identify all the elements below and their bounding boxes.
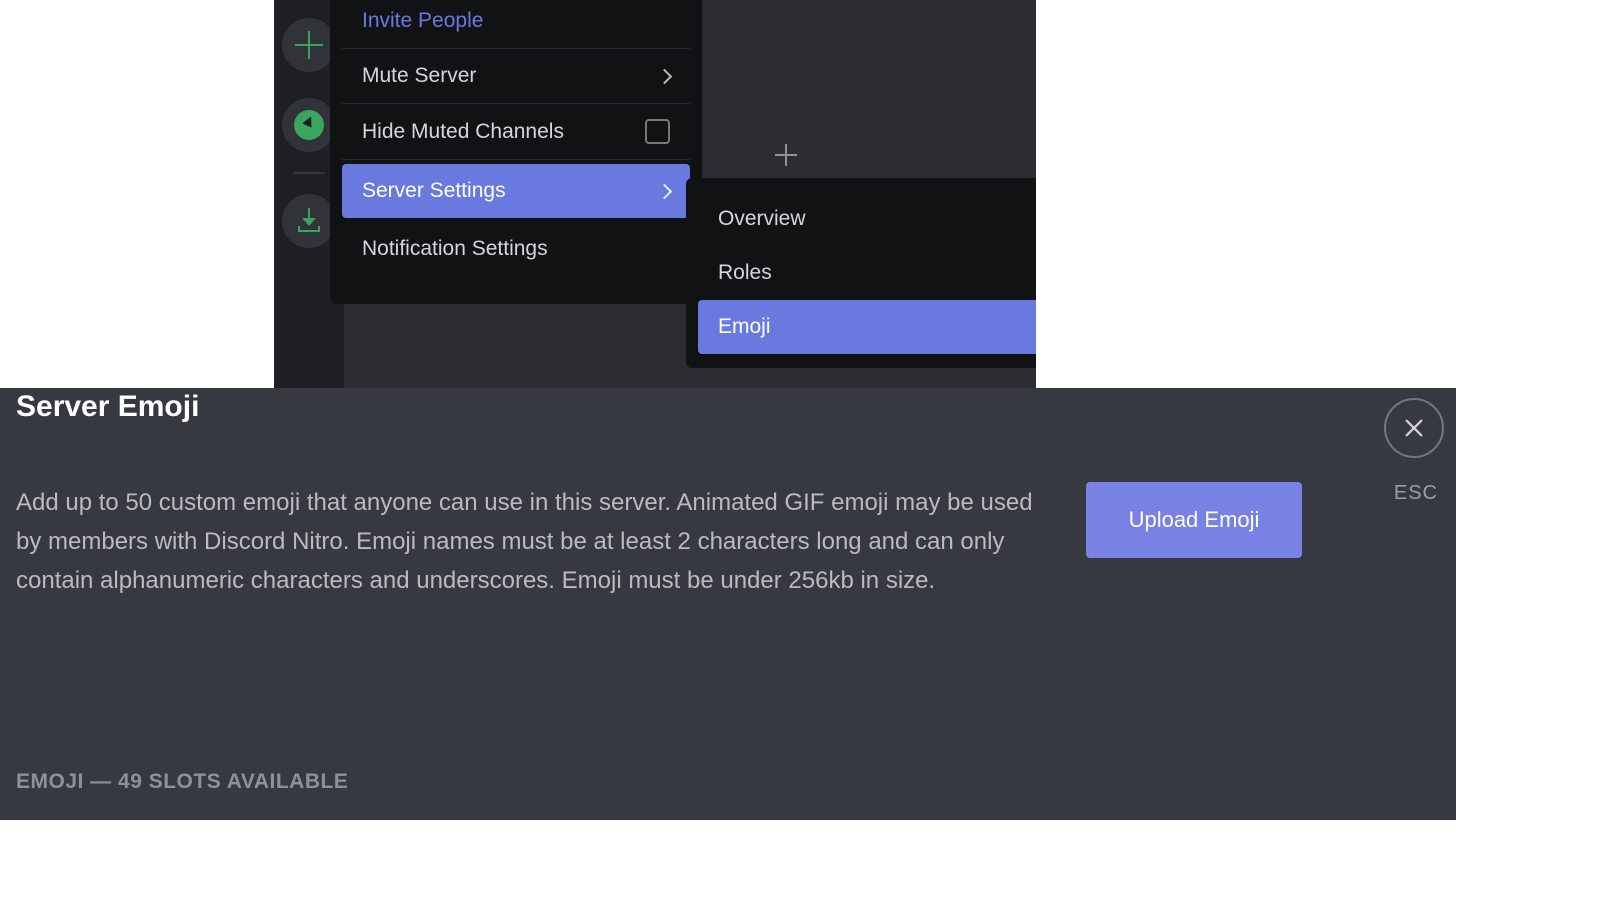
menu-item-notification-settings[interactable]: Notification Settings — [342, 222, 690, 276]
close-icon — [1403, 417, 1425, 439]
menu-item-server-settings[interactable]: Server Settings — [342, 164, 690, 218]
menu-item-invite-people[interactable]: Invite People — [342, 0, 690, 49]
compass-icon — [294, 110, 324, 140]
emoji-description: Add up to 50 custom emoji that anyone ca… — [16, 484, 1038, 601]
menu-item-label: Server Settings — [362, 179, 506, 203]
menu-item-label: Hide Muted Channels — [362, 120, 564, 144]
server-settings-submenu: Overview Roles Emoji — [686, 178, 1036, 368]
menu-item-hide-muted-channels[interactable]: Hide Muted Channels — [342, 104, 690, 160]
server-dropdown-menu: Invite People Mute Server Hide Muted Cha… — [330, 0, 702, 304]
submenu-item-emoji[interactable]: Emoji — [698, 300, 1036, 354]
menu-item-mute-server[interactable]: Mute Server — [342, 49, 690, 104]
download-icon — [296, 208, 322, 234]
download-apps-button[interactable] — [282, 194, 336, 248]
emoji-slots-label: EMOJI — 49 SLOTS AVAILABLE — [16, 770, 348, 794]
checkbox-icon[interactable] — [645, 119, 670, 144]
menu-item-label: Invite People — [362, 9, 483, 33]
upload-emoji-button[interactable]: Upload Emoji — [1086, 482, 1302, 558]
esc-label: ESC — [1394, 482, 1438, 505]
server-menu-screenshot: Invite People Mute Server Hide Muted Cha… — [274, 0, 1036, 389]
explore-servers-button[interactable] — [282, 98, 336, 152]
chevron-right-icon — [657, 68, 673, 84]
menu-item-label: Notification Settings — [362, 237, 548, 261]
button-label: Upload Emoji — [1129, 507, 1260, 533]
page-title: Server Emoji — [16, 390, 199, 424]
rail-separator — [293, 172, 325, 174]
submenu-item-label: Emoji — [718, 315, 771, 338]
add-server-button[interactable] — [282, 18, 336, 72]
submenu-item-overview[interactable]: Overview — [698, 192, 1036, 246]
chevron-right-icon — [657, 183, 673, 199]
plus-icon[interactable] — [774, 143, 798, 167]
menu-item-label: Mute Server — [362, 64, 476, 88]
submenu-item-label: Overview — [718, 207, 806, 230]
submenu-item-label: Roles — [718, 261, 772, 284]
server-emoji-settings-panel: Server Emoji Add up to 50 custom emoji t… — [0, 388, 1456, 820]
close-button[interactable] — [1384, 398, 1444, 458]
submenu-item-roles[interactable]: Roles — [698, 246, 1036, 300]
plus-icon — [295, 31, 323, 59]
